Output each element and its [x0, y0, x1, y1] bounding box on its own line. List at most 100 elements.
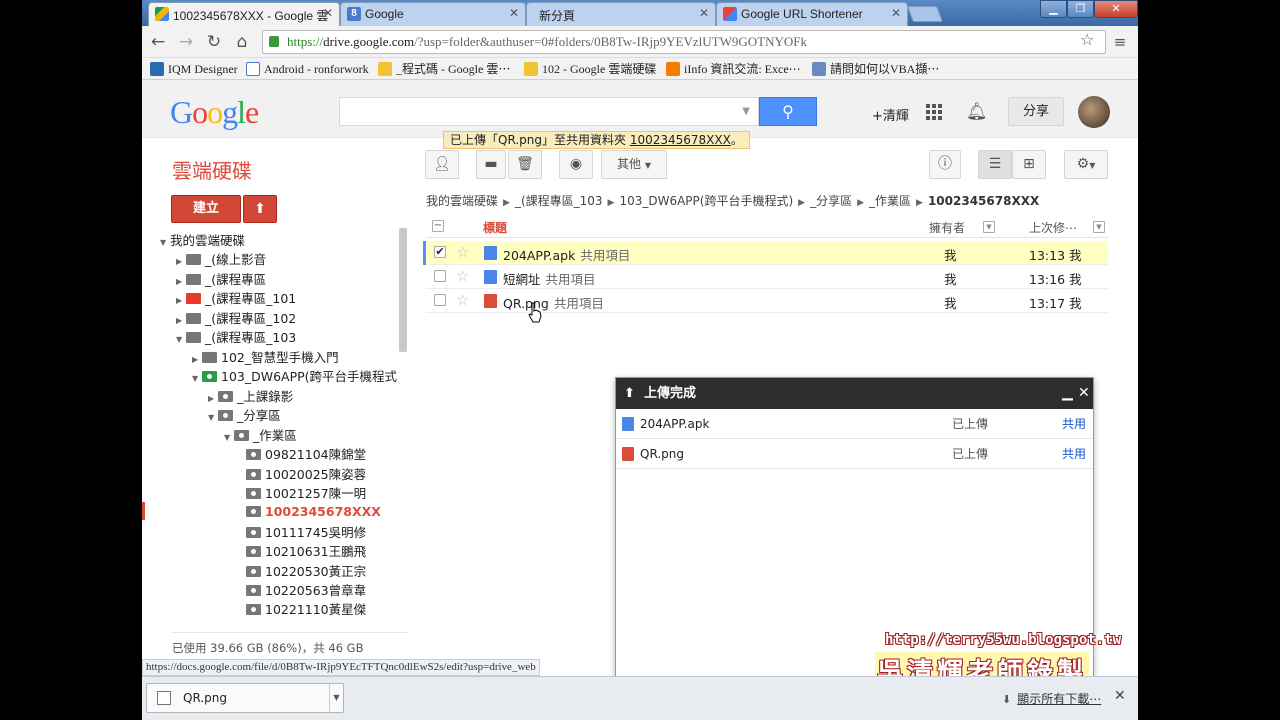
table-row[interactable]: ✔ ☆ 204APP.apk 共用項目 我 13:13 我	[426, 241, 1108, 265]
chevron-down-icon[interactable]: ▼	[329, 684, 343, 712]
breadcrumb-item[interactable]: 103_DW6APP(跨平台手機程式)	[619, 194, 793, 208]
tree-item[interactable]: ▶ _上課錄影	[208, 388, 293, 406]
star-icon[interactable]: ☆	[456, 267, 469, 285]
close-download-bar-icon[interactable]: ✕	[1114, 688, 1126, 704]
tree-item[interactable]: 09821104陳錦堂	[246, 446, 366, 464]
share-link[interactable]: 共用	[1062, 439, 1086, 469]
tree-item[interactable]: 10210631王鵬飛	[246, 543, 366, 561]
close-tab-icon[interactable]: ✕	[323, 6, 333, 20]
notifications-bell-icon[interactable]: 🔔︎	[966, 102, 988, 122]
menu-icon[interactable]: ≡	[1110, 32, 1130, 52]
forward-icon[interactable]: →	[176, 32, 196, 52]
move-button[interactable]: ▬	[476, 150, 506, 179]
tab-drive[interactable]: 1002345678XXX - Google 雲 ✕	[148, 2, 340, 26]
maximize-button[interactable]: ❐	[1067, 0, 1094, 18]
tree-item[interactable]: 10021257陳一明	[246, 485, 366, 503]
grid-view-button[interactable]: ⊞	[1012, 150, 1046, 179]
expand-arrow-icon[interactable]: ▼	[208, 409, 218, 427]
modified-sort-dropdown[interactable]: ▼	[1093, 221, 1105, 233]
row-checkbox[interactable]: ✔	[434, 246, 446, 258]
expand-arrow-icon[interactable]: ▼	[192, 370, 202, 388]
minimize-button[interactable]: ▁	[1040, 0, 1067, 18]
collapse-arrow-icon[interactable]: ▶	[176, 312, 186, 330]
delete-button[interactable]: 🗑︎	[508, 150, 542, 179]
tree-item[interactable]: 10111745吳明修	[246, 524, 366, 542]
tree-item[interactable]: ▶ _(課程專區_101	[176, 290, 296, 308]
star-icon[interactable]: ☆	[456, 243, 469, 261]
tab-google[interactable]: 8 Google ✕	[340, 2, 526, 26]
file-name-cell[interactable]: 短網址 共用項目	[503, 269, 596, 288]
tree-item[interactable]: ▶ _(線上影音	[176, 251, 266, 269]
tab-url-shortener[interactable]: Google URL Shortener ✕	[716, 2, 908, 26]
tree-item[interactable]: ▶ _(課程專區_102	[176, 310, 296, 328]
bookmark-item[interactable]: 請問如何以VBA擷⋯	[810, 61, 939, 77]
tree-item[interactable]: 10020025陳姿蓉	[246, 466, 366, 484]
collapse-arrow-icon[interactable]: ▶	[208, 390, 218, 408]
tree-item-selected[interactable]: 1002345678XXX	[246, 503, 381, 521]
bookmark-item[interactable]: _程式碼 - Google 雲⋯	[376, 61, 510, 77]
close-window-button[interactable]: ✕	[1094, 0, 1138, 18]
star-icon[interactable]: ☆	[456, 291, 469, 309]
row-checkbox[interactable]	[434, 294, 446, 306]
user-profile-link[interactable]: +清輝	[872, 105, 909, 124]
breadcrumb-item[interactable]: 我的雲端硬碟	[426, 194, 498, 208]
breadcrumb-item[interactable]: _(課程專區_103	[515, 194, 603, 208]
breadcrumb-item[interactable]: _分享區	[810, 194, 852, 208]
collapse-arrow-icon[interactable]: ▶	[176, 253, 186, 271]
tree-item[interactable]: ▼ _分享區	[208, 407, 281, 425]
home-icon[interactable]: ⌂	[232, 32, 252, 52]
tree-item[interactable]: 10220530黃正宗	[246, 563, 366, 581]
show-all-downloads-link[interactable]: ⬇ 顯示所有下載⋯	[1002, 690, 1101, 707]
tree-item[interactable]: 10220563曾章韋	[246, 582, 366, 600]
tree-item[interactable]: ▶ 102_智慧型手機入門	[192, 349, 339, 367]
download-item[interactable]: QR.png ▼	[146, 683, 344, 713]
tree-item[interactable]: ▶ _(課程專區	[176, 271, 266, 289]
file-name-cell[interactable]: QR.png 共用項目	[503, 293, 604, 312]
select-all-checkbox[interactable]: −	[432, 220, 444, 232]
page-title[interactable]: 雲端硬碟	[172, 155, 252, 184]
bookmark-item[interactable]: 102 - Google 雲端硬碟	[522, 61, 656, 77]
column-modified[interactable]: 上次修⋯	[1029, 219, 1077, 236]
notice-folder-link[interactable]: 1002345678XXX	[630, 133, 731, 147]
tab-new[interactable]: 新分頁 ✕	[526, 2, 716, 26]
reload-icon[interactable]: ↻	[204, 32, 224, 52]
avatar[interactable]	[1078, 96, 1110, 128]
tree-item-my-drive[interactable]: ▼ 我的雲端硬碟	[160, 232, 245, 250]
file-name-cell[interactable]: 204APP.apk 共用項目	[503, 245, 630, 264]
bookmark-item[interactable]: iInfo 資訊交流: Exce⋯	[664, 61, 801, 77]
close-tab-icon[interactable]: ✕	[509, 6, 519, 20]
collapse-arrow-icon[interactable]: ▶	[176, 273, 186, 291]
expand-arrow-icon[interactable]: ▼	[224, 429, 234, 447]
expand-arrow-icon[interactable]: ▼	[176, 331, 186, 349]
column-title[interactable]: 標題	[483, 219, 507, 236]
upload-button[interactable]: ⬆	[243, 195, 277, 223]
preview-button[interactable]: ◉	[559, 150, 593, 179]
tree-item[interactable]: ▼ _(課程專區_103	[176, 329, 296, 347]
collapse-arrow-icon[interactable]: ▶	[176, 292, 186, 310]
apps-grid-icon[interactable]	[926, 104, 942, 120]
share-button[interactable]: 分享	[1008, 97, 1064, 126]
column-owner[interactable]: 擁有者	[929, 219, 965, 236]
tree-item[interactable]: ▼ 103_DW6APP(跨平台手機程式	[192, 368, 397, 386]
search-input[interactable]: ▼	[339, 97, 759, 126]
more-button[interactable]: 其他 ▼	[601, 150, 667, 179]
upload-file-name[interactable]: 204APP.apk	[640, 409, 709, 439]
tree-item[interactable]: ▼ _作業區	[224, 427, 297, 445]
owner-sort-dropdown[interactable]: ▼	[983, 221, 995, 233]
breadcrumb-item[interactable]: _作業區	[869, 194, 911, 208]
tree-item[interactable]: 10221110黃星傑	[246, 601, 366, 619]
sidebar-scrollbar[interactable]	[399, 228, 407, 352]
close-tab-icon[interactable]: ✕	[891, 6, 901, 20]
close-panel-icon[interactable]: ✕	[1078, 378, 1090, 409]
share-folder-button[interactable]: 👤︎	[425, 150, 459, 179]
minimize-panel-icon[interactable]: ▁	[1062, 378, 1073, 409]
bookmark-item[interactable]: IQM Designer	[148, 61, 238, 77]
share-link[interactable]: 共用	[1062, 409, 1086, 439]
bookmark-item[interactable]: Android - ronforwork	[244, 61, 369, 77]
google-logo[interactable]: Google	[170, 94, 259, 131]
row-checkbox[interactable]	[434, 270, 446, 282]
collapse-arrow-icon[interactable]: ▶	[192, 351, 202, 369]
search-button[interactable]: ⚲	[759, 97, 817, 126]
list-view-button[interactable]: ☰	[978, 150, 1012, 179]
expand-arrow-icon[interactable]: ▼	[160, 234, 170, 252]
